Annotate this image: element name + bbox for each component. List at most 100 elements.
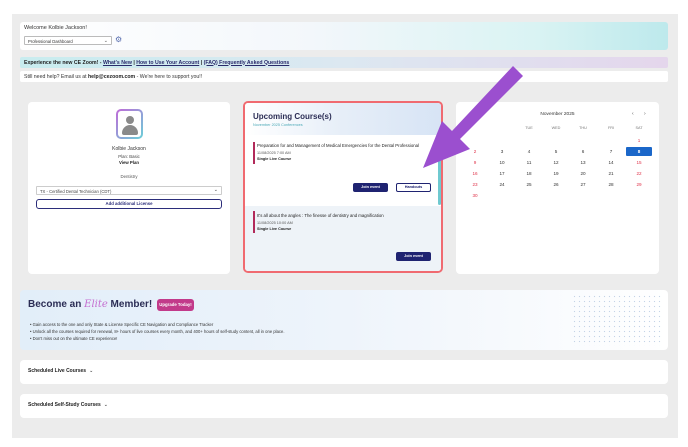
dashboard-select[interactable]: Professional Dashboard ⌄ xyxy=(24,36,112,45)
view-plan-link[interactable]: View Plan xyxy=(28,160,230,165)
course-type: Single Live Course xyxy=(257,157,292,161)
accordion-label: Scheduled Self-Study Courses ⌄ xyxy=(28,402,108,408)
calendar-day[interactable]: 30 xyxy=(462,191,488,200)
decorative-dot-pattern xyxy=(572,294,662,346)
course-title: Preparation for and Management of Medica… xyxy=(257,143,419,148)
calendar-day[interactable]: 1 xyxy=(626,136,652,145)
calendar-day[interactable]: 13 xyxy=(570,158,596,167)
calendar-day[interactable]: 11 xyxy=(516,158,542,167)
course-item: It's all about the angles : The finesse … xyxy=(245,206,441,271)
course-datetime: 11/08/2025 10:00 AM xyxy=(257,221,293,225)
calendar-card: November 2025 ‹ › TUE WED THU FRI SAT 1 2 3 4 5 6 7… xyxy=(456,102,659,274)
help-prefix: Still need help? Email us at xyxy=(24,73,89,80)
weekday-header: WED xyxy=(551,126,561,130)
calendar-day[interactable]: 10 xyxy=(489,158,515,167)
accordion-label: Scheduled Live Courses ⌄ xyxy=(28,368,93,374)
calendar-day[interactable]: 20 xyxy=(570,169,596,178)
upcoming-title: Upcoming Course(s) xyxy=(253,112,332,121)
calendar-day[interactable]: 27 xyxy=(570,180,596,189)
gear-icon[interactable]: ⚙ xyxy=(115,36,123,44)
course-accent-bar xyxy=(253,142,255,164)
course-title: It's all about the angles : The finesse … xyxy=(257,213,384,218)
calendar-day[interactable]: 28 xyxy=(598,180,624,189)
calendar-day-today[interactable]: 8 xyxy=(626,147,652,156)
calendar-day[interactable]: 18 xyxy=(516,169,542,178)
calendar-day[interactable]: 14 xyxy=(598,158,624,167)
calendar-day[interactable]: 4 xyxy=(516,147,542,156)
upcoming-courses-card: Upcoming Course(s) November 2025 Confere… xyxy=(243,101,443,273)
calendar-day[interactable]: 19 xyxy=(543,169,569,178)
elite-heading: Become an Elite Member! xyxy=(28,299,152,310)
dashboard-select-value: Professional Dashboard xyxy=(28,38,73,44)
weekday-header: SAT xyxy=(635,126,643,130)
help-bar: Still need help? Email us at help@cezoom… xyxy=(20,71,668,82)
accordion-live-label: Scheduled Live Courses xyxy=(28,368,87,374)
calendar-month: November 2025 xyxy=(540,112,575,117)
banner-prefix: Experience the new CE Zoom! - xyxy=(24,59,103,66)
calendar-day[interactable]: 21 xyxy=(598,169,624,178)
chevron-down-icon: ⌄ xyxy=(213,187,218,193)
join-event-button[interactable]: Join event xyxy=(353,183,388,192)
upgrade-button[interactable]: Upgrade Today! xyxy=(157,299,194,311)
calendar-day[interactable]: 24 xyxy=(489,180,515,189)
help-suffix: - We're here to support you!! xyxy=(135,73,203,80)
chevron-down-icon: ⌄ xyxy=(103,402,108,408)
announcement-banner: Experience the new CE Zoom! - What's New… xyxy=(20,57,668,68)
elite-heading-pre: Become an xyxy=(28,299,85,310)
calendar-day[interactable]: 23 xyxy=(462,180,488,189)
join-event-button[interactable]: Join event xyxy=(396,252,431,261)
faq-link[interactable]: (FAQ) Frequently Asked Questions xyxy=(204,60,290,66)
calendar-day[interactable]: 3 xyxy=(489,147,515,156)
welcome-bar: Welcome Kolbie Jackson! Professional Das… xyxy=(20,22,668,50)
handouts-button[interactable]: Handouts xyxy=(396,183,431,192)
profile-card: Kolbie Jackson Plan: Basic View Plan Den… xyxy=(28,102,230,274)
elite-bullet: • Unlock all the courses required for re… xyxy=(30,329,285,334)
calendar-day[interactable]: 9 xyxy=(462,158,488,167)
whats-new-link[interactable]: What's New xyxy=(103,60,132,66)
welcome-greeting: Welcome Kolbie Jackson! xyxy=(24,25,87,31)
calendar-day[interactable]: 16 xyxy=(462,169,488,178)
chevron-down-icon: ⌄ xyxy=(89,368,94,374)
license-select[interactable]: TX - Certified Dental Technician (CDT) ⌄ xyxy=(36,186,222,195)
chevron-down-icon: ⌄ xyxy=(103,38,108,44)
user-icon-body xyxy=(122,125,138,135)
how-to-use-link[interactable]: How to Use Your Account xyxy=(136,60,199,66)
calendar-day[interactable]: 26 xyxy=(543,180,569,189)
avatar xyxy=(116,109,143,139)
elite-heading-post: Member! xyxy=(107,299,153,310)
calendar-prev-button[interactable]: ‹ xyxy=(632,111,634,117)
course-accent-bar xyxy=(253,211,255,233)
elite-bullet-text: Gain access to the one and only State & … xyxy=(32,322,214,327)
weekday-header: FRI xyxy=(607,126,615,130)
weekday-header: THU xyxy=(579,126,587,130)
course-item: Preparation for and Management of Medica… xyxy=(245,135,441,205)
calendar-day[interactable]: 25 xyxy=(516,180,542,189)
calendar-day[interactable]: 29 xyxy=(626,180,652,189)
calendar-next-button[interactable]: › xyxy=(644,111,646,117)
scrollbar-thumb[interactable] xyxy=(438,135,441,205)
elite-bullet-text: Don't miss out on the ultimate CE experi… xyxy=(32,336,118,341)
upcoming-header: Upcoming Course(s) November 2025 Confere… xyxy=(245,103,441,135)
calendar-day[interactable]: 6 xyxy=(570,147,596,156)
add-license-button[interactable]: Add additional License xyxy=(36,199,222,209)
calendar-day[interactable]: 7 xyxy=(598,147,624,156)
elite-bullet: • Gain access to the one and only State … xyxy=(30,322,214,327)
license-select-value: TX - Certified Dental Technician (CDT) xyxy=(40,188,112,194)
profile-name: Kolbie Jackson xyxy=(112,146,146,152)
elite-bullet-text: Unlock all the courses required for rene… xyxy=(32,329,285,334)
calendar-day[interactable]: 12 xyxy=(543,158,569,167)
calendar-day[interactable]: 5 xyxy=(543,147,569,156)
course-datetime: 11/08/2025 7:00 AM xyxy=(257,151,291,155)
course-type: Single Live Course xyxy=(257,227,292,231)
accordion-live-courses[interactable]: Scheduled Live Courses ⌄ xyxy=(20,360,668,384)
accordion-self-study-courses[interactable]: Scheduled Self-Study Courses ⌄ xyxy=(20,394,668,418)
calendar-day[interactable]: 15 xyxy=(626,158,652,167)
profile-plan: Plan: Basic xyxy=(118,154,140,159)
user-icon xyxy=(126,116,134,124)
help-email[interactable]: help@cezoom.com xyxy=(88,74,135,80)
calendar-day[interactable]: 22 xyxy=(626,169,652,178)
upcoming-subtitle: November 2025 Conferences xyxy=(253,123,303,127)
profile-profession: Dentistry xyxy=(120,174,138,179)
calendar-day[interactable]: 17 xyxy=(489,169,515,178)
calendar-day[interactable]: 2 xyxy=(462,147,488,156)
